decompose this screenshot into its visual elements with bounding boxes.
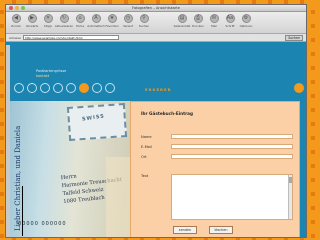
nav-dot-2[interactable] [27,83,37,93]
form-title: Ihr Gästebuch-Eintrag [141,111,194,116]
toolbar-button-label: Optionen [239,24,253,28]
toolbar-button-9[interactable]: ▤ Seiteninhalt [173,14,191,28]
browser-toolbar: ◀ Zurück ▶ Vorwärts ✕ Stopp ↻ Aktualisieren ⌂ Hom… [6,12,306,34]
name-field[interactable] [171,134,293,139]
toolbar-button-6[interactable]: ★ Favoriten [105,14,119,28]
toolbar-button-label: Zurück [11,24,21,28]
text-label: Text [141,174,149,178]
toolbar-button-label: Stopp [43,24,53,28]
history-icon: ◷ [123,14,133,23]
address-label: Adresse [9,35,21,40]
toolbar-button-3[interactable]: ↻ Aktualisieren [54,14,74,28]
window-title: Fotografien – Ansichtskarte [132,6,180,10]
nav-dot-4[interactable] [53,83,63,93]
textarea-scrollbar[interactable] [288,175,292,219]
search-icon: ⚲ [139,14,149,23]
nav-dot-7[interactable] [92,83,102,93]
toolbar-button-label: Verlauf [123,24,133,28]
toolbar-button-label: Seiteninhalt [173,24,191,28]
logo-line-2: kontakt [36,74,50,78]
refresh-icon: ↻ [59,14,69,23]
text-cursor [22,186,23,236]
back-arrow-icon: ◀ [11,14,21,23]
page-icon: ▤ [177,14,187,23]
nav-dot-8[interactable] [105,83,115,93]
email-field[interactable] [171,144,293,149]
toolbar-button-label: Suchen [138,24,150,28]
forward-arrow-icon: ▶ [27,14,37,23]
scrollbar-thumb[interactable] [289,177,292,183]
title-bar[interactable]: Fotografien – Ansichtskarte [6,5,306,12]
message-textarea[interactable] [171,174,293,220]
nav-dot-5[interactable] [66,83,76,93]
toolbar-button-2[interactable]: ✕ Stopp [41,14,55,28]
toolbar-button-label: Automatisch [87,24,105,28]
photo-wash [106,157,130,237]
toolbar-button-label: Drucken [192,24,204,28]
browser-window: Fotografien – Ansichtskarte ◀ Zurück ▶ Vorw… [5,4,307,238]
postage-stamp [66,103,128,141]
reset-button[interactable]: löschen [209,226,233,234]
web-page: Postkartengrüsse kontakt ERKERER Lieber … [10,45,306,237]
url-input[interactable]: http://www.example.com/kontakt.html [22,35,119,40]
toolbar-button-label: Schrift [225,24,235,28]
toolbar-button-10[interactable]: ⎙ Drucken [191,14,205,28]
toolbar-button-13[interactable]: ⚙ Optionen [239,14,253,28]
submit-button[interactable]: senden [173,226,197,234]
toolbar-button-8[interactable]: ⚲ Suchen [137,14,151,28]
toolbar-button-label: Aktualisieren [54,24,74,28]
toolbar-button-0[interactable]: ◀ Zurück [9,14,23,28]
go-button[interactable]: Suchen [285,34,303,41]
toolbar-button-label: Mail [211,24,217,28]
print-icon: ⎙ [193,14,203,23]
name-label: Name [141,135,152,139]
nav-dot-6[interactable] [79,83,89,93]
font-icon: Aa [225,14,235,23]
email-label: E-Mail [141,145,152,149]
postcard-barcode: 00000 000000 [18,221,67,227]
page-nav-dots [14,83,115,93]
stop-icon: ✕ [43,14,53,23]
toolbar-button-4[interactable]: ⌂ Home [73,14,87,28]
options-icon: ⚙ [241,14,251,23]
orange-frame-right [311,0,315,240]
toolbar-button-1[interactable]: ▶ Vorwärts [25,14,39,28]
toolbar-button-label: Home [75,24,85,28]
toolbar-button-5[interactable]: A Automatisch [87,14,105,28]
home-icon: ⌂ [75,14,85,23]
nav-badge: ERKERER [145,87,172,92]
nav-dot-1[interactable] [14,83,24,93]
address-bar: Adresse http://www.example.com/kontakt.h… [6,34,306,42]
handwriting-line-2: und Daniela [14,125,22,169]
right-nav-dot[interactable] [294,83,304,93]
auto-icon: A [91,14,101,23]
nav-dot-3[interactable] [40,83,50,93]
toolbar-button-12[interactable]: Aa Schrift [223,14,237,28]
postcard-photo: Lieber Christian, und Daniela SWISS Herr… [10,101,130,237]
toolbar-button-11[interactable]: ✉ Mail [207,14,221,28]
mail-icon: ✉ [209,14,219,23]
toolbar-button-label: Favoriten [105,24,119,28]
favorites-icon: ★ [107,14,117,23]
orange-frame-left [0,0,4,240]
toolbar-button-7[interactable]: ◷ Verlauf [121,14,135,28]
guestbook-form: Ihr Gästebuch-Eintrag Name E-Mail Ort Te… [130,101,300,237]
city-label: Ort [141,155,147,159]
city-field[interactable] [171,154,293,159]
site-logo[interactable]: Postkartengrüsse kontakt [36,69,66,79]
toolbar-button-label: Vorwärts [25,24,39,28]
postcard-handwriting: Lieber Christian, und Daniela [14,121,40,231]
